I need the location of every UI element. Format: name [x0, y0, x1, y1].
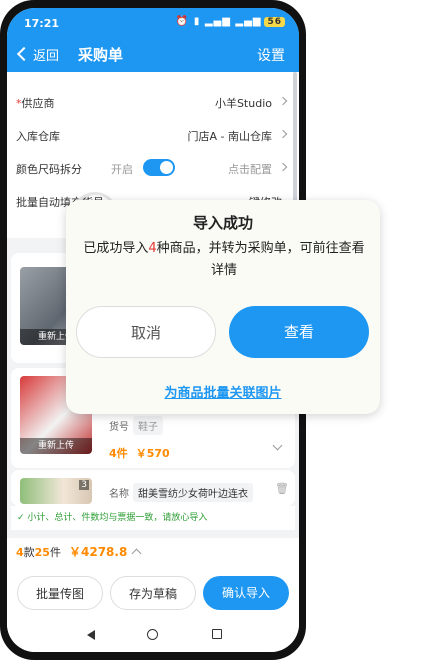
- sku-label: 货号: [109, 422, 129, 433]
- product-image[interactable]: 3: [20, 478, 92, 504]
- sku-input[interactable]: 鞋子: [133, 416, 163, 435]
- warehouse-label: 入库仓库: [16, 130, 60, 143]
- recents-icon[interactable]: [212, 629, 222, 639]
- chevron-up-icon[interactable]: [131, 548, 142, 559]
- status-bar: 17:21 ⏰ ▮ ▂▄▆ ▂▄▆ 56: [7, 8, 299, 36]
- validation-notice: ✓ 小计、总计、件数均与票据一致，请放心导入: [11, 506, 295, 530]
- supplier-value: 小羊Studio: [214, 97, 272, 110]
- delete-icon[interactable]: 🗑: [275, 482, 289, 495]
- save-draft-button[interactable]: 存为草稿: [110, 576, 196, 610]
- totals-count: 4款25件: [16, 546, 61, 559]
- qty-value: 4件: [109, 447, 128, 460]
- sku-field: 货号 鞋子: [109, 416, 163, 435]
- cancel-button[interactable]: 取消: [76, 306, 216, 358]
- qty-price: 4件 ￥570: [109, 442, 170, 461]
- split-label: 颜色尺码拆分: [16, 163, 82, 176]
- reupload-caption[interactable]: 重新上传: [20, 438, 92, 454]
- back-icon[interactable]: [87, 630, 95, 640]
- warehouse-value: 门店A - 南山仓库: [187, 130, 273, 143]
- nav-bar: 返回 采购单 设置: [7, 36, 299, 72]
- split-state: 开启: [111, 163, 133, 176]
- back-button[interactable]: 返回: [16, 45, 60, 64]
- chevron-down-icon[interactable]: [272, 440, 283, 451]
- dialog-message: 已成功导入4种商品，并转为采购单，可前往查看详情: [83, 241, 365, 278]
- page-title: 采购单: [78, 46, 124, 64]
- warehouse-row[interactable]: 入库仓库 门店A - 南山仓库: [16, 123, 288, 147]
- batch-upload-button[interactable]: 批量传图: [17, 576, 103, 610]
- totals-amount: ￥4278.8: [69, 545, 128, 559]
- bottom-action-bar: 批量传图 存为草稿 确认导入: [7, 564, 299, 620]
- settings-button[interactable]: 设置: [257, 45, 285, 65]
- name-field: 名称 甜美雪纺少女荷叶边连衣: [109, 483, 253, 502]
- supplier-label: 供应商: [21, 97, 55, 110]
- image-count-badge: 3: [79, 480, 89, 490]
- toggle-knob: [160, 161, 173, 174]
- name-label: 名称: [109, 489, 129, 500]
- split-toggle[interactable]: [143, 159, 175, 176]
- battery-icon: 56: [264, 17, 285, 27]
- chevron-left-icon: [16, 46, 32, 62]
- status-time: 17:21: [24, 17, 60, 30]
- back-label: 返回: [33, 49, 60, 64]
- split-row: 颜色尺码拆分 开启 点击配置: [16, 156, 288, 180]
- name-input[interactable]: 甜美雪纺少女荷叶边连衣: [133, 483, 253, 502]
- link-images-link[interactable]: 为商品批量关联图片: [66, 382, 380, 401]
- product-card: 3 名称 甜美雪纺少女荷叶边连衣 🗑: [11, 470, 295, 506]
- split-config-link[interactable]: 点击配置: [228, 161, 272, 177]
- chevron-right-icon: [278, 96, 288, 106]
- confirm-import-button[interactable]: 确认导入: [203, 576, 289, 610]
- totals-bar: 4款25件 ￥4278.8: [7, 538, 299, 564]
- home-icon[interactable]: [147, 629, 158, 640]
- system-nav-bar: [7, 620, 299, 652]
- view-button[interactable]: 查看: [229, 306, 369, 358]
- dialog-title: 导入成功: [192, 214, 253, 232]
- supplier-row[interactable]: *供应商 小羊Studio: [16, 90, 288, 114]
- status-icons: ⏰ ▮ ▂▄▆ ▂▄▆ 56: [176, 16, 285, 27]
- import-success-dialog: 导入成功 已成功导入4种商品，并转为采购单，可前往查看详情 取消 查看 为商品批…: [66, 200, 380, 414]
- price-value: ￥570: [135, 447, 170, 460]
- chevron-right-icon: [278, 129, 288, 139]
- chevron-right-icon: [278, 162, 288, 172]
